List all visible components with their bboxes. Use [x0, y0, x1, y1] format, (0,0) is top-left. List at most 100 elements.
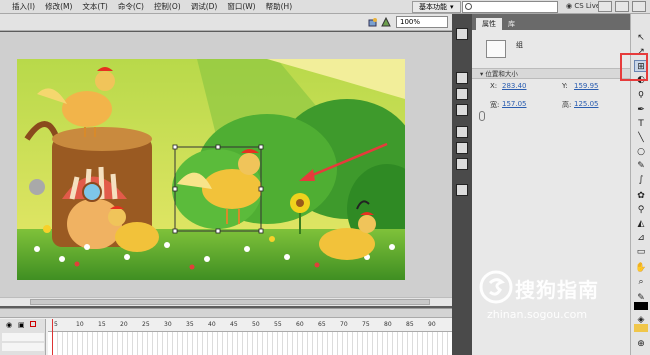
frame-number: 15: [98, 321, 106, 328]
window-controls: [598, 1, 646, 12]
frame-number: 35: [186, 321, 194, 328]
menu-window[interactable]: 窗口(W): [222, 1, 260, 12]
components-icon[interactable]: [456, 142, 468, 154]
brush-tool-icon[interactable]: ∫: [634, 174, 648, 186]
outline-icon[interactable]: [30, 321, 36, 327]
panel-dock: [452, 14, 472, 355]
menu-text[interactable]: 文本(T): [77, 1, 112, 12]
workspace-label: 基本功能: [419, 3, 447, 11]
watermark-url: zhinan.sogou.com: [487, 308, 588, 321]
pencil-tool-icon[interactable]: ✎: [634, 160, 648, 172]
menu-control[interactable]: 控制(O): [149, 1, 186, 12]
frame-number: 55: [274, 321, 282, 328]
tab-properties[interactable]: 属性: [476, 18, 502, 30]
frame-number: 65: [318, 321, 326, 328]
stage-toolbar: 100%: [0, 14, 452, 31]
edit-symbols-icon[interactable]: [368, 17, 378, 27]
search-input[interactable]: [462, 1, 558, 13]
frame-number: 90: [428, 321, 436, 328]
code-snippets-icon[interactable]: [456, 126, 468, 138]
cs-live-label: CS Live: [574, 2, 601, 10]
menu-help[interactable]: 帮助(H): [261, 1, 298, 12]
eraser-tool-icon[interactable]: ▭: [634, 246, 648, 258]
menu-modify[interactable]: 修改(M): [40, 1, 77, 12]
line-tool-icon[interactable]: ╲: [634, 132, 648, 144]
sogou-logo-icon: [479, 270, 513, 304]
panel-collapse-icon[interactable]: [456, 28, 468, 40]
timeline-panel: ◉ ▣ 5 10 15 20 25 30 35 40 45 50 55 60 6…: [0, 308, 452, 355]
restore-button[interactable]: [615, 1, 629, 12]
frame-number: 30: [164, 321, 172, 328]
y-label: Y:: [562, 82, 568, 90]
frame-number: 45: [230, 321, 238, 328]
history-panel-icon[interactable]: [456, 184, 468, 196]
width-value[interactable]: 157.05: [502, 100, 527, 108]
pen-tool-icon[interactable]: ✒: [634, 104, 648, 116]
highlight-box: [620, 53, 648, 81]
height-value[interactable]: 125.05: [574, 100, 599, 108]
menu-debug[interactable]: 调试(D): [186, 1, 223, 12]
frame-number: 50: [252, 321, 260, 328]
height-label: 高:: [562, 101, 572, 109]
zoom-select[interactable]: 100%: [396, 16, 448, 28]
stroke-color-swatch[interactable]: [634, 302, 648, 310]
layer-row[interactable]: [2, 343, 44, 351]
watermark: 搜狗指南 zhinan.sogou.com: [475, 268, 635, 328]
hand-tool-icon[interactable]: ✋: [634, 262, 648, 274]
object-type-label: 组: [516, 41, 523, 49]
lasso-tool-icon[interactable]: ϙ: [634, 88, 648, 100]
x-label: X:: [490, 82, 498, 90]
frame-number: 70: [340, 321, 348, 328]
properties-tabs: 属性 库: [472, 14, 630, 30]
frame-number: 10: [76, 321, 84, 328]
eye-icon[interactable]: ◉: [6, 321, 12, 329]
frame-number: 5: [54, 321, 58, 328]
bone-tool-icon[interactable]: ⚲: [634, 204, 648, 216]
color-panel-icon[interactable]: [456, 88, 468, 100]
menu-insert[interactable]: 插入(I): [0, 1, 40, 12]
tab-library[interactable]: 库: [502, 18, 521, 30]
playhead[interactable]: [52, 319, 53, 355]
y-value[interactable]: 159.95: [574, 82, 599, 90]
minimize-button[interactable]: [598, 1, 612, 12]
frame-number: 85: [406, 321, 414, 328]
x-value[interactable]: 283.40: [502, 82, 527, 90]
close-button[interactable]: [632, 1, 646, 12]
align-panel-icon[interactable]: [456, 72, 468, 84]
watermark-title: 搜狗指南: [515, 278, 599, 302]
link-lock-icon[interactable]: [479, 111, 485, 121]
snap-icon[interactable]: ⊕: [634, 338, 648, 350]
layer-list[interactable]: ◉ ▣: [0, 319, 46, 355]
zoom-tool-icon[interactable]: ⌕: [634, 276, 648, 288]
frame-ruler[interactable]: 5 10 15 20 25 30 35 40 45 50 55 60 65 70…: [48, 321, 452, 330]
frame-number: 20: [120, 321, 128, 328]
fill-color-swatch[interactable]: [634, 324, 648, 332]
edit-scene-icon[interactable]: [381, 17, 391, 27]
deco-tool-icon[interactable]: ✿: [634, 190, 648, 202]
selection-tool-icon[interactable]: ↖: [634, 32, 648, 44]
stage-canvas[interactable]: [17, 59, 405, 280]
frame-grid[interactable]: [48, 331, 452, 355]
workspace-selector[interactable]: 基本功能 ▾: [412, 1, 461, 13]
layer-row[interactable]: [2, 333, 44, 341]
eyedropper-tool-icon[interactable]: ⊿: [634, 232, 648, 244]
horizontal-scrollbar[interactable]: [0, 297, 452, 306]
cs-live-button[interactable]: ◉ CS Live: [566, 2, 600, 10]
lock-icon[interactable]: ▣: [18, 321, 25, 329]
text-tool-icon[interactable]: T: [634, 118, 648, 130]
search-icon: [465, 3, 472, 10]
paint-bucket-tool-icon[interactable]: ◭: [634, 218, 648, 230]
scrollbar-thumb[interactable]: [30, 299, 430, 305]
frame-number: 60: [296, 321, 304, 328]
width-label: 宽:: [490, 101, 500, 109]
transform-panel-icon[interactable]: [456, 104, 468, 116]
chevron-down-icon: ▾: [450, 3, 454, 11]
frame-number: 80: [384, 321, 392, 328]
frame-number: 75: [362, 321, 370, 328]
oval-tool-icon[interactable]: ○: [634, 146, 648, 158]
motion-presets-icon[interactable]: [456, 158, 468, 170]
position-size-section[interactable]: ▾ 位置和大小: [472, 68, 630, 79]
menu-commands[interactable]: 命令(C): [113, 1, 149, 12]
stage-artwork: [17, 59, 405, 280]
timeline-tab[interactable]: [0, 309, 452, 318]
